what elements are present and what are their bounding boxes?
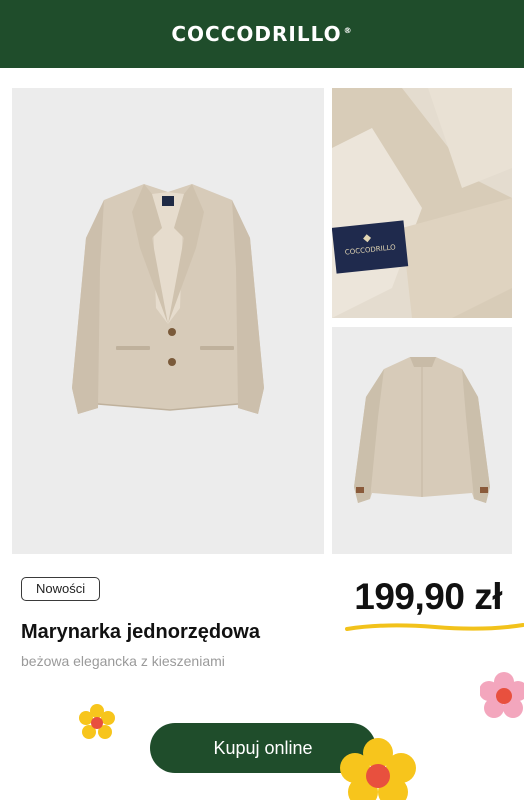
new-badge: Nowości	[21, 577, 101, 601]
yellow-flower-icon	[79, 704, 115, 739]
site-header: COCCODRILLO ®	[0, 0, 524, 68]
jacket-back-image	[332, 327, 512, 554]
brand-logo[interactable]: COCCODRILLO ®	[171, 22, 352, 46]
product-title: Marynarka jednorzędowa	[21, 621, 260, 643]
product-subtitle: beżowa elegancka z kieszeniami	[21, 653, 225, 669]
product-photo-front[interactable]	[12, 88, 324, 554]
jacket-label-image: COCCODRILLO	[332, 88, 512, 318]
pink-flower-icon	[480, 672, 524, 718]
large-yellow-flower-icon	[340, 738, 416, 800]
product-photo-back[interactable]	[332, 327, 512, 554]
price-underline-decoration	[345, 623, 524, 631]
product-photo-label-detail[interactable]: COCCODRILLO	[332, 88, 512, 318]
product-price: 199,90 zł	[354, 576, 502, 617]
jacket-front-image	[12, 88, 324, 554]
